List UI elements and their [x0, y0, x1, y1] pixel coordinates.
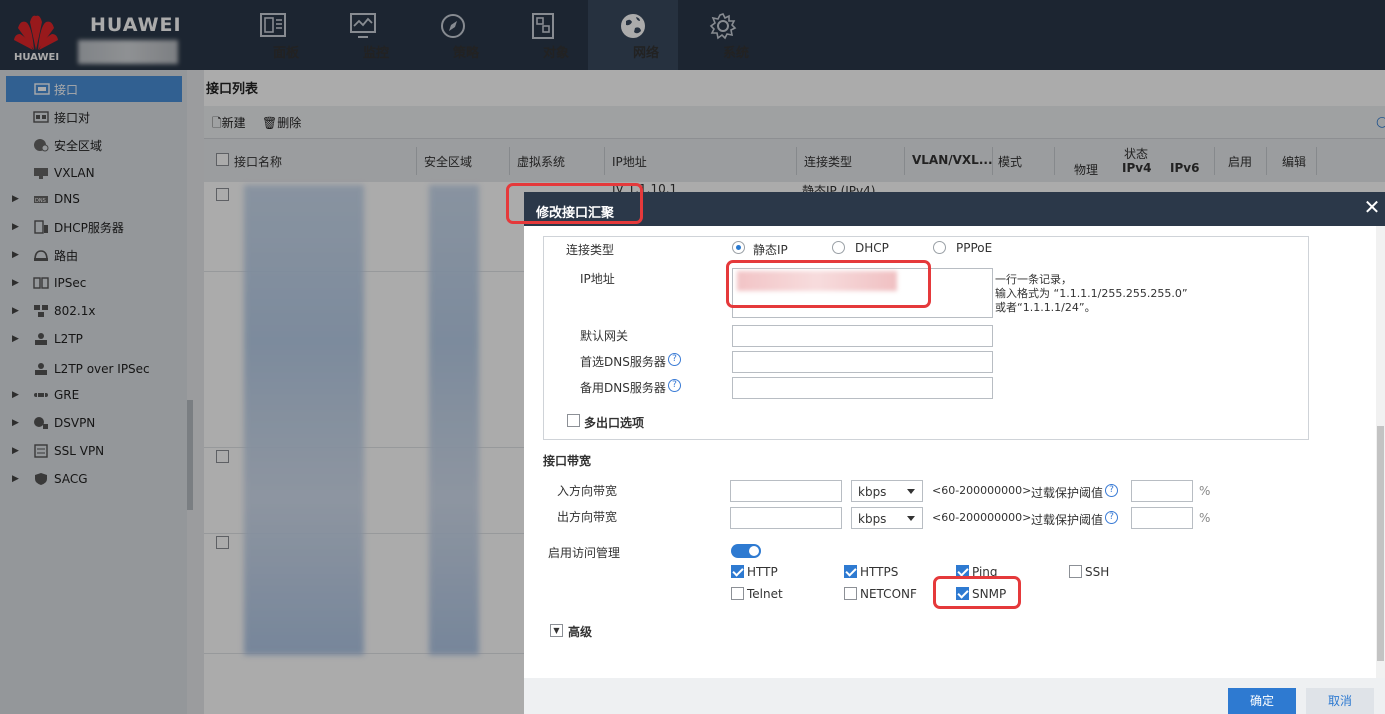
- conn-type-label: 连接类型: [566, 243, 615, 257]
- radio-pppoe-label[interactable]: PPPoE: [956, 241, 992, 255]
- highlight-snmp: [933, 576, 1021, 609]
- in-threshold-input[interactable]: [1131, 480, 1193, 502]
- dns2-input[interactable]: [732, 377, 993, 399]
- ssh-checkbox[interactable]: [1069, 565, 1082, 578]
- access-mgmt-label: 启用访问管理: [548, 546, 621, 560]
- dialog-footer: 确定 取消: [524, 678, 1385, 714]
- ok-button[interactable]: 确定: [1228, 688, 1296, 714]
- help-icon[interactable]: ?: [668, 353, 681, 366]
- in-bandwidth-unit-select[interactable]: kbps: [851, 480, 923, 502]
- telnet-label[interactable]: Telnet: [747, 587, 783, 601]
- in-bandwidth-input[interactable]: [730, 480, 842, 502]
- dialog-body: 连接类型 静态IP DHCP PPPoE IP地址 一行一条记录， 输入格式为 …: [524, 226, 1376, 678]
- multi-exit-label: 多出口选项: [584, 416, 645, 430]
- out-bandwidth-unit-select[interactable]: kbps: [851, 507, 923, 529]
- gateway-label: 默认网关: [580, 329, 629, 343]
- help-icon[interactable]: ?: [668, 379, 681, 392]
- out-threshold-input[interactable]: [1131, 507, 1193, 529]
- percent-label: %: [1199, 484, 1211, 498]
- https-label[interactable]: HTTPS: [860, 565, 898, 579]
- radio-static-ip[interactable]: [732, 241, 745, 254]
- radio-dhcp-label[interactable]: DHCP: [855, 241, 889, 255]
- radio-dhcp[interactable]: [832, 241, 845, 254]
- in-bandwidth-range: <60-200000000>: [932, 484, 1032, 497]
- multi-exit-checkbox[interactable]: [567, 414, 580, 427]
- highlight-dialog-title: [506, 183, 643, 224]
- bandwidth-title: 接口带宽: [543, 454, 592, 468]
- dialog-scrollbar[interactable]: [1376, 226, 1385, 678]
- dialog-title: 修改接口汇聚: [524, 192, 1385, 226]
- https-checkbox[interactable]: [844, 565, 857, 578]
- close-icon[interactable]: ✕: [1361, 196, 1383, 218]
- percent-label: %: [1199, 511, 1211, 525]
- dns1-input[interactable]: [732, 351, 993, 373]
- ip-hint-2: 输入格式为 “1.1.1.1/255.255.255.0”: [995, 287, 1188, 300]
- in-threshold-label: 过载保护阈值: [1031, 486, 1104, 500]
- chevron-down-icon: [907, 516, 915, 521]
- help-icon[interactable]: ?: [1105, 484, 1118, 497]
- out-bandwidth-label: 出方向带宽: [557, 510, 618, 524]
- radio-static-ip-label[interactable]: 静态IP: [753, 241, 788, 258]
- out-bandwidth-range: <60-200000000>: [932, 511, 1032, 524]
- edit-interface-dialog: 修改接口汇聚 ✕ 连接类型 静态IP DHCP PPPoE IP地址 一行一条记…: [524, 192, 1385, 714]
- http-label[interactable]: HTTP: [747, 565, 778, 579]
- ip-address-label: IP地址: [580, 272, 615, 286]
- netconf-label[interactable]: NETCONF: [860, 587, 917, 601]
- advanced-toggle-icon[interactable]: ▼: [550, 624, 563, 637]
- radio-pppoe[interactable]: [933, 241, 946, 254]
- out-bandwidth-input[interactable]: [730, 507, 842, 529]
- dns1-label: 首选DNS服务器: [580, 355, 666, 369]
- help-icon[interactable]: ?: [1105, 511, 1118, 524]
- dns2-label: 备用DNS服务器: [580, 381, 666, 395]
- access-mgmt-toggle[interactable]: [731, 544, 761, 558]
- ip-hint-1: 一行一条记录，: [995, 273, 1072, 286]
- ip-hint-3: 或者“1.1.1.1/24”。: [995, 301, 1096, 314]
- cancel-button[interactable]: 取消: [1306, 688, 1374, 714]
- chevron-down-icon: [907, 489, 915, 494]
- telnet-checkbox[interactable]: [731, 587, 744, 600]
- highlight-ip-address: [726, 260, 931, 308]
- netconf-checkbox[interactable]: [844, 587, 857, 600]
- advanced-label[interactable]: 高级: [568, 623, 592, 640]
- in-bandwidth-label: 入方向带宽: [557, 484, 618, 498]
- http-checkbox[interactable]: [731, 565, 744, 578]
- ssh-label[interactable]: SSH: [1085, 565, 1109, 579]
- out-threshold-label: 过载保护阈值: [1031, 513, 1104, 527]
- gateway-input[interactable]: [732, 325, 993, 347]
